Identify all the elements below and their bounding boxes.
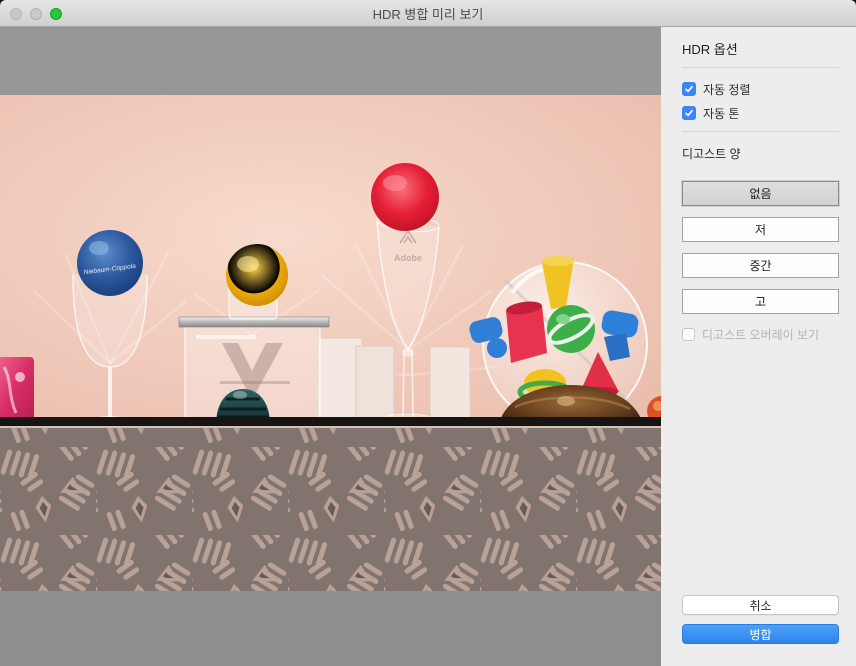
window-title: HDR 병합 미리 보기 [373,4,484,23]
auto-tone-label: 자동 톤 [703,105,739,122]
panel-spacer [682,342,839,595]
divider [682,67,839,68]
auto-align-checkbox[interactable]: 자동 정렬 [682,81,839,97]
merge-button[interactable]: 병합 [682,624,839,644]
preview-viewer: Niebaum-Coppola Adobe [0,27,661,666]
deghost-button-group: 없음 저 중간 고 [682,181,839,314]
deghost-medium-button[interactable]: 중간 [682,253,839,278]
hdr-preview-image: Niebaum-Coppola Adobe [0,95,661,591]
checkbox-checked[interactable] [682,106,696,120]
hdr-options-panel: HDR 옵션 자동 정렬 자동 톤 디고스트 양 없음 저 중간 고 [661,27,856,666]
cancel-button[interactable]: 취소 [682,595,839,615]
hdr-merge-dialog: HDR 병합 미리 보기 [0,0,856,666]
checkbox-checked[interactable] [682,82,696,96]
deghost-overlay-label: 디고스트 오버레이 보기 [702,326,819,343]
minimize-button [30,8,42,20]
auto-tone-checkbox[interactable]: 자동 톤 [682,105,839,121]
viewer-letterbox-top [0,27,661,95]
zoom-button[interactable] [50,8,62,20]
deghost-none-button[interactable]: 없음 [682,181,839,206]
check-icon [684,108,694,118]
deghost-high-button[interactable]: 고 [682,289,839,314]
auto-align-label: 자동 정렬 [703,81,751,98]
divider [682,131,839,132]
panel-title: HDR 옵션 [682,39,839,58]
traffic-lights [10,0,62,27]
deghost-low-button[interactable]: 저 [682,217,839,242]
check-icon [684,84,694,94]
checkbox-unchecked-disabled [682,328,695,341]
title-bar: HDR 병합 미리 보기 [0,0,856,27]
deghost-overlay-checkbox: 디고스트 오버레이 보기 [682,327,839,342]
deghost-amount-label: 디고스트 양 [682,145,839,162]
close-button [10,8,22,20]
viewer-letterbox-bottom [0,591,661,666]
flute-etch-text: Adobe [394,253,422,263]
